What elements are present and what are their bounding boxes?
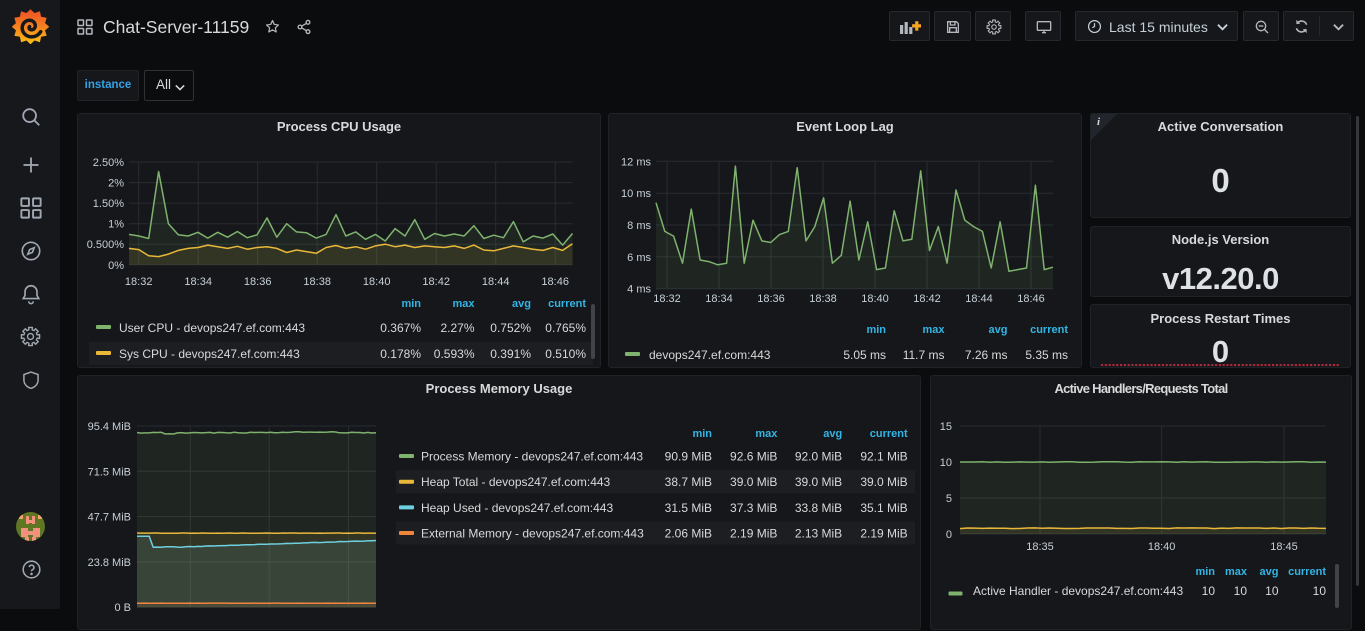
svg-text:2.19 MiB: 2.19 MiB (730, 527, 777, 541)
svg-text:23.8 MiB: 23.8 MiB (88, 557, 131, 569)
svg-text:5.35 ms: 5.35 ms (1025, 348, 1068, 362)
svg-text:current: current (1288, 566, 1326, 578)
svg-text:18:36: 18:36 (244, 276, 272, 288)
svg-text:39.0 MiB: 39.0 MiB (730, 475, 777, 489)
svg-text:devops247.ef.com:443: devops247.ef.com:443 (649, 348, 771, 362)
svg-text:0.510%: 0.510% (545, 347, 586, 361)
svg-text:0%: 0% (108, 260, 124, 272)
svg-text:2.27%: 2.27% (440, 321, 474, 335)
svg-text:90.9 MiB: 90.9 MiB (665, 450, 712, 464)
svg-text:min: min (1195, 566, 1215, 578)
svg-text:18:36: 18:36 (757, 293, 785, 305)
svg-text:37.3 MiB: 37.3 MiB (730, 501, 777, 515)
svg-text:Active Handler - devops247.ef.: Active Handler - devops247.ef.com:443 (973, 584, 1183, 598)
svg-text:0: 0 (946, 529, 952, 541)
svg-text:10 ms: 10 ms (621, 188, 651, 200)
svg-text:min: min (866, 324, 886, 336)
svg-text:8 ms: 8 ms (627, 220, 651, 232)
svg-text:Heap Used - devops247.ef.com:4: Heap Used - devops247.ef.com:443 (421, 501, 613, 515)
svg-text:avg: avg (989, 324, 1008, 336)
svg-text:5: 5 (946, 493, 952, 505)
svg-text:18:45: 18:45 (1270, 541, 1298, 553)
svg-text:0.765%: 0.765% (545, 321, 586, 335)
svg-text:18:46: 18:46 (541, 276, 569, 288)
svg-text:0.593%: 0.593% (434, 347, 475, 361)
svg-text:39.0 MiB: 39.0 MiB (860, 475, 907, 489)
svg-text:0.367%: 0.367% (380, 321, 421, 335)
svg-text:31.5 MiB: 31.5 MiB (665, 501, 712, 515)
svg-text:39.0 MiB: 39.0 MiB (795, 475, 842, 489)
svg-text:18:42: 18:42 (422, 276, 450, 288)
svg-text:18:34: 18:34 (184, 276, 212, 288)
svg-text:avg: avg (823, 428, 842, 440)
svg-text:1%: 1% (108, 219, 124, 231)
svg-text:avg: avg (1260, 566, 1279, 578)
svg-text:10: 10 (1313, 584, 1327, 598)
svg-text:18:46: 18:46 (1017, 293, 1045, 305)
svg-text:18:42: 18:42 (913, 293, 941, 305)
svg-text:11.7 ms: 11.7 ms (903, 348, 945, 362)
svg-text:18:40: 18:40 (1148, 541, 1176, 553)
svg-text:2.50%: 2.50% (93, 157, 124, 169)
svg-text:2.06 MiB: 2.06 MiB (665, 527, 712, 541)
svg-text:18:44: 18:44 (965, 293, 993, 305)
svg-text:0.500%: 0.500% (87, 239, 125, 251)
svg-text:0.391%: 0.391% (490, 347, 531, 361)
svg-text:max: max (1225, 566, 1248, 578)
svg-text:33.8 MiB: 33.8 MiB (795, 501, 842, 515)
svg-text:2.19 MiB: 2.19 MiB (860, 527, 907, 541)
svg-text:18:34: 18:34 (705, 293, 733, 305)
svg-text:max: max (755, 428, 778, 440)
svg-text:Process Memory - devops247.ef.: Process Memory - devops247.ef.com:443 (421, 450, 643, 464)
svg-text:6 ms: 6 ms (627, 252, 651, 264)
svg-text:95.4 MiB: 95.4 MiB (88, 421, 131, 433)
svg-text:18:32: 18:32 (125, 276, 153, 288)
svg-text:92.1 MiB: 92.1 MiB (860, 450, 907, 464)
svg-text:18:38: 18:38 (303, 276, 331, 288)
svg-text:71.5 MiB: 71.5 MiB (88, 466, 131, 478)
svg-text:current: current (1030, 324, 1068, 336)
svg-text:max: max (452, 298, 475, 310)
svg-text:18:44: 18:44 (482, 276, 510, 288)
svg-text:4 ms: 4 ms (627, 284, 651, 296)
svg-text:5.05 ms: 5.05 ms (843, 348, 886, 362)
svg-text:2.13 MiB: 2.13 MiB (795, 527, 842, 541)
svg-text:current: current (548, 298, 586, 310)
svg-text:min: min (401, 298, 421, 310)
svg-text:10: 10 (1265, 584, 1279, 598)
svg-text:18:38: 18:38 (809, 293, 837, 305)
svg-text:38.7 MiB: 38.7 MiB (665, 475, 712, 489)
svg-text:7.26 ms: 7.26 ms (965, 348, 1008, 362)
svg-text:1.50%: 1.50% (93, 198, 124, 210)
svg-text:12 ms: 12 ms (621, 156, 651, 168)
svg-text:current: current (870, 428, 908, 440)
svg-text:External Memory - devops247.ef: External Memory - devops247.ef.com:443 (421, 527, 644, 541)
svg-text:2%: 2% (108, 178, 124, 190)
svg-text:10: 10 (940, 457, 952, 469)
svg-text:max: max (922, 324, 945, 336)
svg-text:User CPU - devops247.ef.com:44: User CPU - devops247.ef.com:443 (119, 321, 305, 335)
svg-text:0.752%: 0.752% (490, 321, 531, 335)
svg-text:0.178%: 0.178% (380, 347, 421, 361)
svg-text:18:40: 18:40 (363, 276, 391, 288)
svg-text:10: 10 (1202, 584, 1216, 598)
svg-text:avg: avg (512, 298, 531, 310)
svg-text:92.6 MiB: 92.6 MiB (730, 450, 777, 464)
svg-text:Sys CPU - devops247.ef.com:443: Sys CPU - devops247.ef.com:443 (119, 347, 300, 361)
svg-text:35.1 MiB: 35.1 MiB (860, 501, 907, 515)
svg-text:18:32: 18:32 (653, 293, 681, 305)
svg-text:18:40: 18:40 (861, 293, 889, 305)
svg-text:0 B: 0 B (114, 602, 131, 614)
svg-text:min: min (692, 428, 712, 440)
svg-text:10: 10 (1234, 584, 1248, 598)
svg-text:15: 15 (940, 421, 952, 433)
svg-text:Heap Total - devops247.ef.com:: Heap Total - devops247.ef.com:443 (421, 475, 611, 489)
svg-text:47.7 MiB: 47.7 MiB (88, 512, 131, 524)
svg-text:92.0 MiB: 92.0 MiB (795, 450, 842, 464)
svg-text:18:35: 18:35 (1026, 541, 1054, 553)
